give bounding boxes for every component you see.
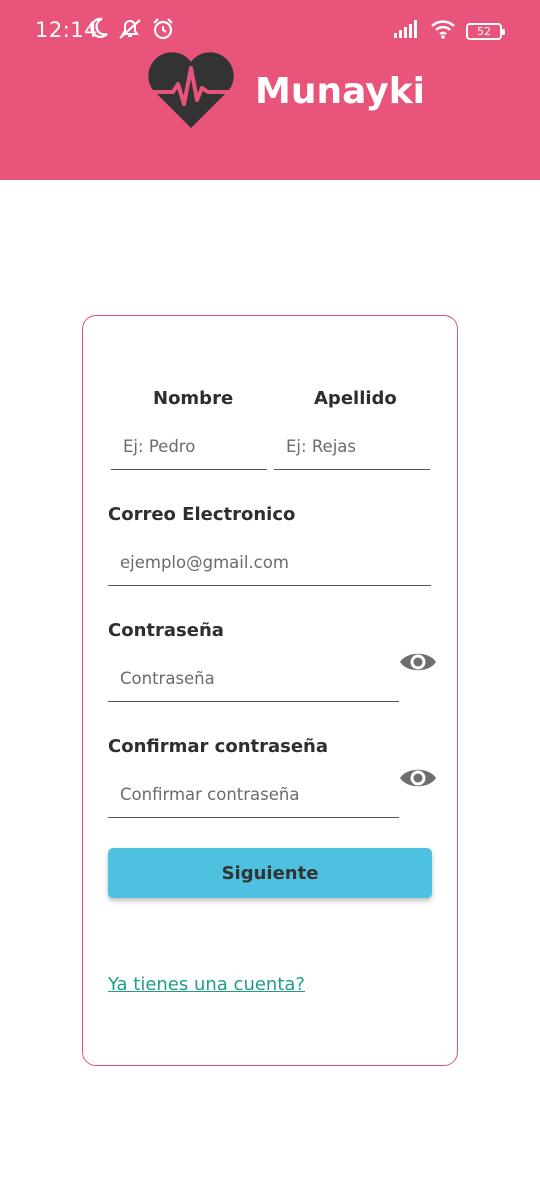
login-link[interactable]: Ya tienes una cuenta?: [108, 974, 305, 995]
password-label: Contraseña: [108, 620, 224, 641]
next-button[interactable]: Siguiente: [108, 848, 432, 898]
confirm-password-field[interactable]: [108, 772, 399, 818]
register-card: Nombre Apellido Correo Electronico Contr…: [82, 315, 458, 1066]
confirm-password-label: Confirmar contraseña: [108, 736, 329, 757]
app-header: 12:14 52 Munayki: [0, 0, 540, 180]
email-label: Correo Electronico: [108, 504, 296, 525]
notifications-off-icon: [117, 17, 143, 46]
battery-icon: 52: [466, 23, 505, 40]
signal-icon: [394, 20, 420, 43]
heart-pulse-icon: [145, 48, 237, 135]
first-name-label: Nombre: [153, 388, 234, 409]
eye-icon[interactable]: [398, 647, 438, 677]
email-field[interactable]: [108, 540, 431, 586]
wifi-icon: [430, 19, 456, 44]
alarm-icon: [151, 17, 175, 46]
brand: Munayki: [145, 48, 425, 135]
last-name-label: Apellido: [314, 388, 397, 409]
last-name-field[interactable]: [274, 424, 430, 470]
password-field[interactable]: [108, 656, 399, 702]
first-name-field[interactable]: [111, 424, 267, 470]
moon-icon: [89, 17, 109, 46]
app-name: Munayki: [255, 71, 426, 112]
eye-icon[interactable]: [398, 763, 438, 793]
